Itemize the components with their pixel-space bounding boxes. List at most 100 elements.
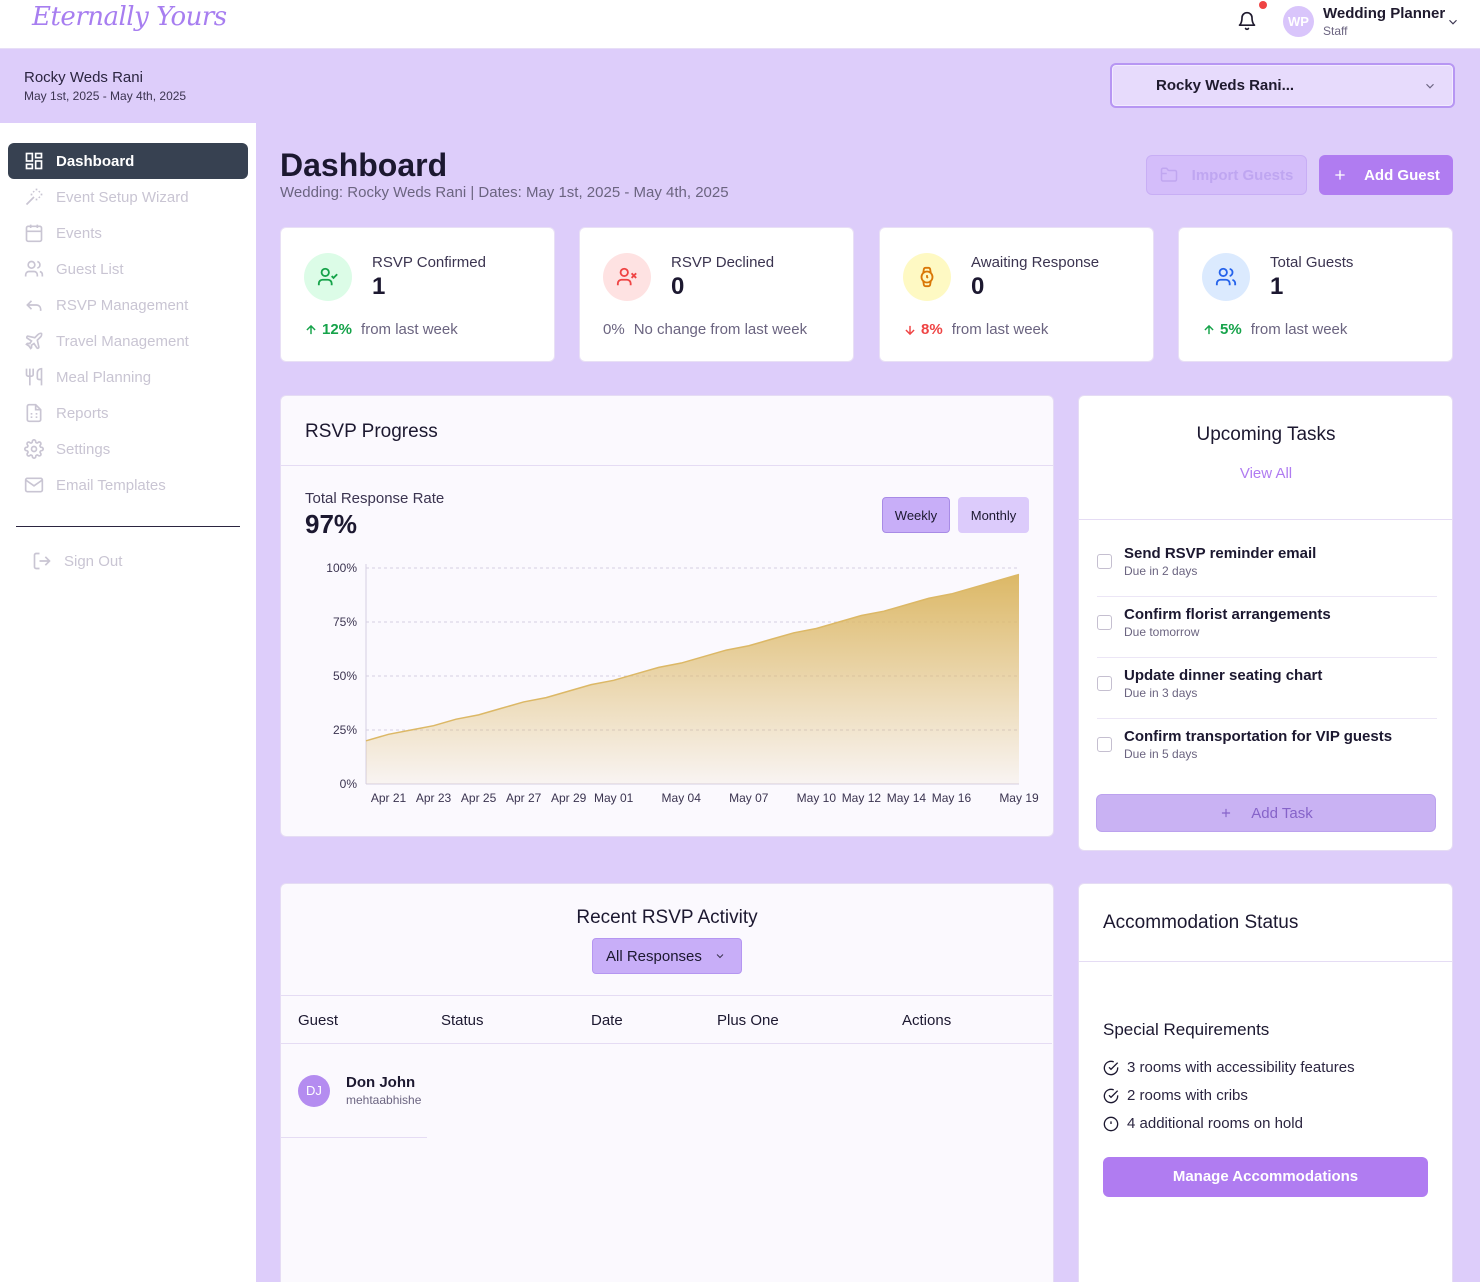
area-fill (366, 574, 1019, 784)
wedding-selector[interactable]: Rocky Weds Rani... (1110, 63, 1455, 108)
sign-out-label: Sign Out (64, 552, 123, 570)
task-due: Due in 5 days (1124, 747, 1198, 761)
y-tick-label: 75% (333, 615, 357, 629)
stat-label: Awaiting Response (971, 254, 1100, 271)
task-due: Due in 3 days (1124, 686, 1198, 700)
check-circle-icon (1103, 1060, 1119, 1075)
sidebar-item-label: Event Setup Wizard (56, 188, 189, 206)
users-icon (24, 260, 44, 277)
rsvp-progress-panel: RSVP Progress Total Response Rate 97% We… (280, 395, 1054, 837)
grid-icon (25, 152, 43, 170)
x-tick-label: May 14 (887, 791, 927, 805)
sidebar-item-dashboard[interactable]: Dashboard (8, 143, 248, 179)
column-header-plus-one: Plus One (717, 1012, 779, 1029)
stat-icon-bg (1202, 253, 1250, 301)
stat-icon-bg (304, 253, 352, 301)
x-tick-label: May 19 (999, 791, 1039, 805)
sign-out-button[interactable]: Sign Out (32, 551, 122, 571)
stat-card-rsvp-declined: RSVP Declined 0 0% No change from last w… (579, 227, 854, 362)
wedding-bar: Rocky Weds Rani May 1st, 2025 - May 4th,… (0, 49, 1480, 123)
stat-percent: 5% (1220, 321, 1242, 338)
sidebar-item-travel-management[interactable]: Travel Management (8, 323, 248, 359)
add-task-button[interactable]: Add Task (1096, 794, 1436, 832)
response-filter-dropdown[interactable]: All Responses (592, 938, 742, 974)
sidebar-item-rsvp-management[interactable]: RSVP Management (8, 287, 248, 323)
sidebar-item-guest-list[interactable]: Guest List (8, 251, 248, 287)
alert-circle-icon (1103, 1116, 1119, 1131)
row-divider (281, 1137, 427, 1138)
panel-divider (1079, 519, 1452, 520)
column-header-date: Date (591, 1012, 623, 1029)
sidebar-item-event-setup-wizard[interactable]: Event Setup Wizard (8, 179, 248, 215)
page-subtitle: Wedding: Rocky Weds Rani | Dates: May 1s… (280, 184, 729, 201)
y-tick-label: 0% (340, 777, 358, 791)
add-guest-label: Add Guest (1364, 166, 1440, 184)
log-out-icon (33, 552, 51, 570)
users-icon (1215, 267, 1237, 286)
panel-title: Recent RSVP Activity (576, 907, 758, 928)
task-title: Send RSVP reminder email (1124, 545, 1317, 562)
task-checkbox[interactable] (1097, 676, 1112, 691)
folder-icon (1160, 167, 1177, 182)
user-check-icon (317, 267, 338, 286)
task-item: Confirm florist arrangements Due tomorro… (1097, 597, 1437, 658)
requirement-item: 3 rooms with accessibility features (1103, 1059, 1355, 1076)
import-guests-button[interactable]: Import Guests (1146, 155, 1307, 195)
panel-divider (1079, 961, 1452, 962)
accommodation-status-panel: Accommodation Status Special Requirement… (1078, 883, 1453, 1282)
user-avatar[interactable]: WP (1283, 6, 1314, 37)
user-name[interactable]: Wedding Planner (1323, 5, 1445, 22)
arrow-up-icon (306, 324, 316, 334)
stat-card-total-guests: Total Guests 1 5% from last week (1178, 227, 1453, 362)
requirement-text: 2 rooms with cribs (1127, 1087, 1248, 1104)
app-logo[interactable]: Eternally Yours (32, 2, 227, 32)
x-tick-label: Apr 21 (371, 791, 407, 805)
plus-icon (1222, 808, 1231, 818)
column-header-guest: Guest (298, 1012, 339, 1029)
task-checkbox[interactable] (1097, 615, 1112, 630)
manage-accommodations-button[interactable]: Manage Accommodations (1103, 1157, 1428, 1197)
sidebar-item-label: Travel Management (56, 332, 189, 350)
bell-icon[interactable] (1237, 11, 1257, 31)
requirement-text: 3 rooms with accessibility features (1127, 1059, 1355, 1076)
panel-title: Upcoming Tasks (1196, 424, 1336, 445)
y-tick-label: 50% (333, 669, 357, 683)
x-tick-label: May 10 (797, 791, 837, 805)
sidebar-item-label: Email Templates (56, 476, 166, 494)
sidebar-item-label: RSVP Management (56, 296, 189, 314)
file-icon (26, 403, 42, 423)
sidebar-item-reports[interactable]: Reports (8, 395, 248, 431)
top-bar: Eternally Yours WP Wedding Planner Staff (0, 0, 1480, 49)
task-checkbox[interactable] (1097, 554, 1112, 569)
arrow-down-icon (905, 325, 915, 335)
sidebar-item-events[interactable]: Events (8, 215, 248, 251)
plane-icon (25, 332, 43, 350)
task-checkbox[interactable] (1097, 737, 1112, 752)
add-guest-button[interactable]: Add Guest (1319, 155, 1453, 195)
wedding-dates: May 1st, 2025 - May 4th, 2025 (24, 89, 187, 103)
stat-footer: 8% from last week (903, 321, 1048, 338)
task-due: Due tomorrow (1124, 625, 1200, 639)
special-requirements-title: Special Requirements (1103, 1020, 1270, 1039)
view-all-link[interactable]: View All (1079, 465, 1453, 482)
notification-dot (1259, 1, 1267, 9)
stat-label: RSVP Confirmed (372, 254, 486, 271)
sidebar-item-meal-planning[interactable]: Meal Planning (8, 359, 248, 395)
stat-footer: 0% No change from last week (603, 321, 807, 338)
sidebar-item-label: Guest List (56, 260, 124, 278)
requirement-item: 4 additional rooms on hold (1103, 1115, 1303, 1132)
x-tick-label: May 12 (842, 791, 882, 805)
chevron-down-icon[interactable] (1446, 15, 1460, 29)
page-title: Dashboard (280, 147, 448, 183)
check-circle-icon (1103, 1088, 1119, 1103)
sidebar-item-settings[interactable]: Settings (8, 431, 248, 467)
x-tick-label: Apr 25 (461, 791, 497, 805)
requirement-text: 4 additional rooms on hold (1127, 1115, 1303, 1132)
stat-percent: 8% (921, 321, 943, 338)
user-role: Staff (1323, 24, 1348, 38)
x-tick-label: May 01 (594, 791, 634, 805)
stat-foot-text: from last week (1250, 321, 1348, 338)
stat-value: 0 (671, 273, 685, 300)
sidebar-item-email-templates[interactable]: Email Templates (8, 467, 248, 503)
task-item: Send RSVP reminder email Due in 2 days (1097, 536, 1437, 597)
